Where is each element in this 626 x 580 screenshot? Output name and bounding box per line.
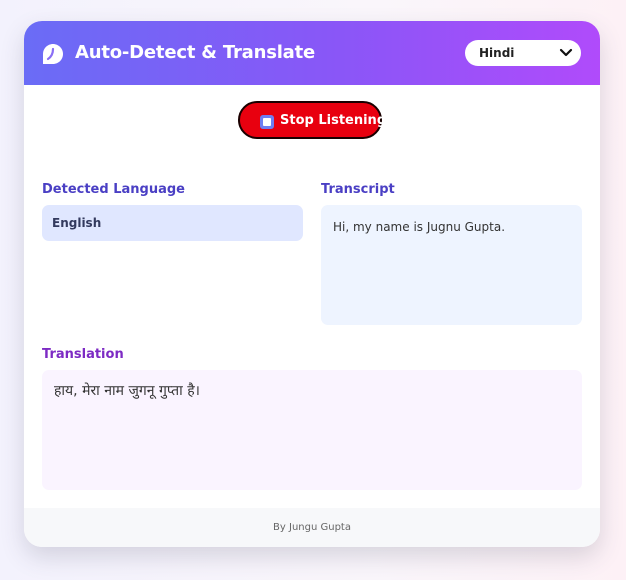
chat-bubble-icon	[43, 44, 63, 64]
transcript-text: Hi, my name is Jugnu Gupta.	[333, 220, 506, 234]
footer: By Jungu Gupta	[24, 508, 600, 547]
app-title: Auto-Detect & Translate	[75, 42, 316, 63]
target-language-value: Hindi	[479, 46, 515, 60]
transcript-box: Hi, my name is Jugnu Gupta.	[321, 205, 582, 325]
stop-listening-label: Stop Listening	[280, 113, 387, 128]
stop-icon	[260, 115, 274, 129]
detected-language-label: Detected Language	[42, 182, 185, 197]
transcript-label: Transcript	[321, 182, 395, 197]
translation-box: हाय, मेरा नाम जुगनू गुप्ता है।	[42, 370, 582, 490]
detected-language-box: English	[42, 205, 303, 241]
app-header: Auto-Detect & Translate Hindi	[24, 21, 600, 85]
detected-language-value: English	[52, 216, 102, 230]
chevron-down-icon	[559, 48, 573, 57]
translation-text: हाय, मेरा नाम जुगनू गुप्ता है।	[54, 383, 200, 399]
translation-label: Translation	[42, 347, 124, 362]
footer-credit: By Jungu Gupta	[273, 522, 351, 533]
translator-card: Auto-Detect & Translate Hindi Stop Liste…	[24, 21, 600, 547]
target-language-select[interactable]: Hindi	[465, 40, 581, 66]
stop-listening-button[interactable]: Stop Listening	[238, 101, 386, 139]
